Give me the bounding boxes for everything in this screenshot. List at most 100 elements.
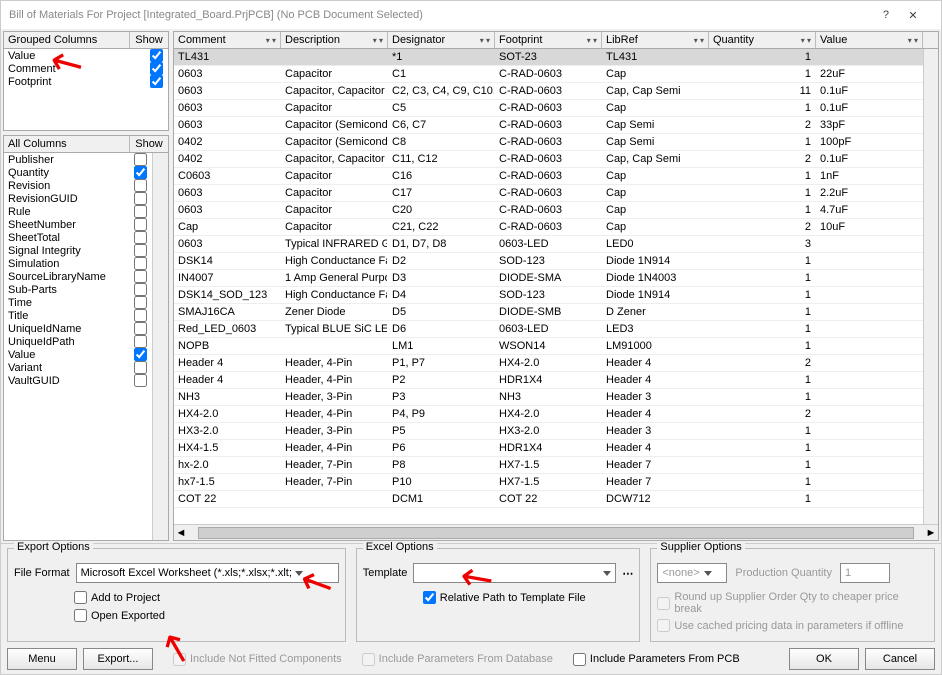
show-checkbox[interactable] bbox=[134, 166, 147, 179]
production-quantity-input[interactable]: 1 bbox=[840, 563, 890, 583]
table-row[interactable]: Header 4Header, 4-PinP2HDR1X4Header 41 bbox=[174, 372, 923, 389]
all-column-row[interactable]: Time bbox=[4, 296, 152, 309]
all-column-row[interactable]: Variant bbox=[4, 361, 152, 374]
table-row[interactable]: 0603Capacitor (SemiconduC6, C7C-RAD-0603… bbox=[174, 117, 923, 134]
menu-button[interactable]: Menu bbox=[7, 648, 77, 670]
table-row[interactable]: 0402Capacitor, Capacitor (C11, C12C-RAD-… bbox=[174, 151, 923, 168]
show-checkbox[interactable] bbox=[134, 218, 147, 231]
filter-icon[interactable]: ▾ ▾ bbox=[908, 36, 918, 45]
table-row[interactable]: HX4-1.5Header, 4-PinP6HDR1X4Header 41 bbox=[174, 440, 923, 457]
show-checkbox[interactable] bbox=[134, 361, 147, 374]
help-icon[interactable]: ? bbox=[883, 9, 889, 21]
all-column-row[interactable]: Sub-Parts bbox=[4, 283, 152, 296]
all-column-row[interactable]: SheetTotal bbox=[4, 231, 152, 244]
filter-icon[interactable]: ▾ ▾ bbox=[266, 36, 276, 45]
table-row[interactable]: Header 4Header, 4-PinP1, P7HX4-2.0Header… bbox=[174, 355, 923, 372]
all-columns-scrollbar[interactable] bbox=[152, 153, 168, 540]
template-browse-icon[interactable]: ⋯ bbox=[622, 567, 633, 580]
show-checkbox[interactable] bbox=[134, 348, 147, 361]
table-row[interactable]: COT 22DCM1COT 22DCW7121 bbox=[174, 491, 923, 508]
filter-icon[interactable]: ▾ ▾ bbox=[480, 36, 490, 45]
grouped-column-row[interactable]: Footprint bbox=[4, 75, 168, 88]
table-row[interactable]: 0603Capacitor, Capacitor (C2, C3, C4, C9… bbox=[174, 83, 923, 100]
all-column-row[interactable]: VaultGUID bbox=[4, 374, 152, 387]
grid-hscrollbar[interactable]: ◄ ► bbox=[174, 524, 938, 540]
filter-icon[interactable]: ▾ ▾ bbox=[694, 36, 704, 45]
all-column-row[interactable]: Revision bbox=[4, 179, 152, 192]
table-row[interactable]: hx7-1.5Header, 7-PinP10HX7-1.5Header 71 bbox=[174, 474, 923, 491]
table-row[interactable]: 0603CapacitorC5C-RAD-0603Cap10.1uF bbox=[174, 100, 923, 117]
all-column-row[interactable]: Title bbox=[4, 309, 152, 322]
all-column-row[interactable]: Signal Integrity bbox=[4, 244, 152, 257]
all-column-row[interactable]: Simulation bbox=[4, 257, 152, 270]
show-checkbox[interactable] bbox=[134, 335, 147, 348]
supplier-combo[interactable]: <none> bbox=[657, 563, 727, 583]
all-column-row[interactable]: Publisher bbox=[4, 153, 152, 166]
column-header[interactable]: Footprint▾ ▾ bbox=[495, 32, 602, 48]
column-header[interactable]: Comment▾ ▾ bbox=[174, 32, 281, 48]
relative-path-checkbox[interactable]: Relative Path to Template File bbox=[423, 591, 586, 604]
table-row[interactable]: IN40071 Amp General PurpoD3DIODE-SMADiod… bbox=[174, 270, 923, 287]
all-columns-header[interactable]: All Columns bbox=[4, 136, 130, 152]
ok-button[interactable]: OK bbox=[789, 648, 859, 670]
column-header[interactable]: LibRef▾ ▾ bbox=[602, 32, 709, 48]
include-params-pcb-checkbox[interactable]: Include Parameters From PCB bbox=[573, 653, 740, 666]
all-column-row[interactable]: SourceLibraryName bbox=[4, 270, 152, 283]
show-checkbox[interactable] bbox=[134, 153, 147, 166]
all-column-row[interactable]: RevisionGUID bbox=[4, 192, 152, 205]
template-combo[interactable] bbox=[413, 563, 616, 583]
show-checkbox[interactable] bbox=[150, 75, 163, 88]
table-row[interactable]: 0603CapacitorC17C-RAD-0603Cap12.2uF bbox=[174, 185, 923, 202]
table-row[interactable]: 0603CapacitorC20C-RAD-0603Cap14.7uF bbox=[174, 202, 923, 219]
file-format-combo[interactable]: Microsoft Excel Worksheet (*.xls;*.xlsx;… bbox=[76, 563, 339, 583]
grouped-columns-header[interactable]: Grouped Columns bbox=[4, 32, 130, 48]
filter-icon[interactable]: ▾ ▾ bbox=[801, 36, 811, 45]
all-column-row[interactable]: SheetNumber bbox=[4, 218, 152, 231]
add-to-project-checkbox[interactable]: Add to Project bbox=[74, 591, 160, 604]
filter-icon[interactable]: ▾ ▾ bbox=[373, 36, 383, 45]
column-header[interactable]: Value▾ ▾ bbox=[816, 32, 923, 48]
show-checkbox[interactable] bbox=[134, 283, 147, 296]
export-button[interactable]: Export... bbox=[83, 648, 153, 670]
all-column-row[interactable]: UniqueIdPath bbox=[4, 335, 152, 348]
all-column-row[interactable]: Quantity bbox=[4, 166, 152, 179]
filter-icon[interactable]: ▾ ▾ bbox=[587, 36, 597, 45]
show-checkbox[interactable] bbox=[134, 270, 147, 283]
table-row[interactable]: hx-2.0Header, 7-PinP8HX7-1.5Header 71 bbox=[174, 457, 923, 474]
show-header-all[interactable]: Show bbox=[130, 136, 168, 152]
column-header[interactable]: Description▾ ▾ bbox=[281, 32, 388, 48]
show-checkbox[interactable] bbox=[134, 296, 147, 309]
table-row[interactable]: SMAJ16CAZener DiodeD5DIODE-SMBD Zener1 bbox=[174, 304, 923, 321]
show-checkbox[interactable] bbox=[134, 192, 147, 205]
all-column-row[interactable]: UniqueIdName bbox=[4, 322, 152, 335]
grid-vscrollbar[interactable] bbox=[923, 49, 938, 524]
table-row[interactable]: 0402Capacitor (SemiconduC8C-RAD-0603Cap … bbox=[174, 134, 923, 151]
table-row[interactable]: 0603CapacitorC1C-RAD-0603Cap122uF bbox=[174, 66, 923, 83]
grouped-column-row[interactable]: Comment bbox=[4, 62, 168, 75]
show-header-grouped[interactable]: Show bbox=[130, 32, 168, 48]
table-row[interactable]: NH3Header, 3-PinP3NH3Header 31 bbox=[174, 389, 923, 406]
table-row[interactable]: DSK14High Conductance FaD2SOD-123Diode 1… bbox=[174, 253, 923, 270]
table-row[interactable]: CapCapacitorC21, C22C-RAD-0603Cap210uF bbox=[174, 219, 923, 236]
cancel-button[interactable]: Cancel bbox=[865, 648, 935, 670]
close-icon[interactable]: ✕ bbox=[893, 9, 933, 22]
all-column-row[interactable]: Rule bbox=[4, 205, 152, 218]
table-row[interactable]: TL431*1SOT-23TL4311 bbox=[174, 49, 923, 66]
table-row[interactable]: Red_LED_0603Typical BLUE SiC LEID60603-L… bbox=[174, 321, 923, 338]
show-checkbox[interactable] bbox=[134, 374, 147, 387]
show-checkbox[interactable] bbox=[134, 322, 147, 335]
table-row[interactable]: NOPBLM1WSON14LM910001 bbox=[174, 338, 923, 355]
column-header[interactable]: Designator▾ ▾ bbox=[388, 32, 495, 48]
show-checkbox[interactable] bbox=[150, 49, 163, 62]
show-checkbox[interactable] bbox=[134, 244, 147, 257]
column-header[interactable]: Quantity▾ ▾ bbox=[709, 32, 816, 48]
table-row[interactable]: C0603CapacitorC16C-RAD-0603Cap11nF bbox=[174, 168, 923, 185]
all-column-row[interactable]: Value bbox=[4, 348, 152, 361]
table-row[interactable]: 0603Typical INFRARED GD1, D7, D80603-LED… bbox=[174, 236, 923, 253]
open-exported-checkbox[interactable]: Open Exported bbox=[74, 609, 165, 622]
show-checkbox[interactable] bbox=[150, 62, 163, 75]
table-row[interactable]: HX3-2.0Header, 3-PinP5HX3-2.0Header 31 bbox=[174, 423, 923, 440]
show-checkbox[interactable] bbox=[134, 231, 147, 244]
table-row[interactable]: HX4-2.0Header, 4-PinP4, P9HX4-2.0Header … bbox=[174, 406, 923, 423]
show-checkbox[interactable] bbox=[134, 257, 147, 270]
